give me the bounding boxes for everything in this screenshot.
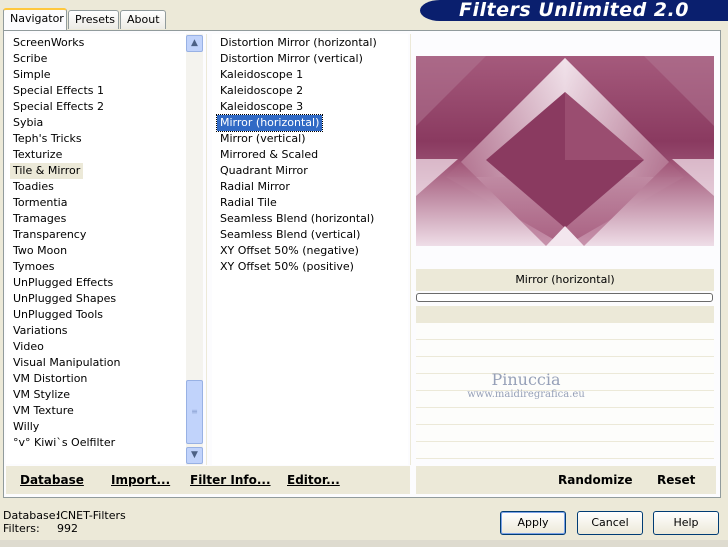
category-list-item[interactable]: Simple [10, 67, 54, 83]
param-row [416, 425, 714, 442]
param-row [416, 323, 714, 340]
category-list-item[interactable]: Tile & Mirror [10, 163, 84, 179]
category-list-item[interactable]: Teph's Tricks [10, 131, 85, 147]
category-list-item[interactable]: Variations [10, 323, 71, 339]
category-list-item[interactable]: VM Distortion [10, 371, 90, 387]
category-list-item[interactable]: Special Effects 1 [10, 83, 107, 99]
filter-list-item[interactable]: Kaleidoscope 1 [217, 67, 306, 83]
category-list-item[interactable]: Video [10, 339, 47, 355]
randomize-button[interactable]: Randomize [558, 466, 632, 494]
filter-list-item[interactable]: Seamless Blend (horizontal) [217, 211, 377, 227]
left-toolbar: Database Import... Filter Info... Editor… [6, 466, 410, 494]
tab-bar: Navigator Presets About [3, 8, 173, 30]
chevron-up-icon[interactable]: ▲ [186, 35, 203, 52]
right-toolbar: Randomize Reset [416, 466, 716, 494]
filter-list-item[interactable]: Mirror (horizontal) [215, 114, 324, 132]
list-divider [410, 34, 411, 465]
category-list-item[interactable]: Scribe [10, 51, 50, 67]
category-list-item[interactable]: VM Stylize [10, 387, 73, 403]
category-list-item[interactable]: UnPlugged Tools [10, 307, 106, 323]
chevron-down-icon[interactable]: ▼ [186, 447, 203, 464]
category-list-item[interactable]: Sybia [10, 115, 46, 131]
filter-list-item[interactable]: Quadrant Mirror [217, 163, 311, 179]
filters-label: Filters: [3, 522, 40, 535]
filter-info-button[interactable]: Filter Info... [190, 466, 271, 494]
background-strip [0, 540, 728, 547]
category-scrollbar[interactable]: ▲ ≡ ▼ [186, 34, 203, 465]
category-list-item[interactable]: UnPlugged Effects [10, 275, 116, 291]
watermark-name: Pinuccia [491, 370, 561, 389]
tab-navigator[interactable]: Navigator [3, 8, 67, 30]
filter-list-item[interactable]: Kaleidoscope 2 [217, 83, 306, 99]
category-list-item[interactable]: VM Texture [10, 403, 77, 419]
preview-image [416, 56, 714, 246]
editor-button[interactable]: Editor... [287, 466, 340, 494]
category-list-item[interactable]: Willy [10, 419, 42, 435]
filter-list-item[interactable]: Radial Mirror [217, 179, 293, 195]
filter-list-item[interactable]: Distortion Mirror (horizontal) [217, 35, 380, 51]
apply-button[interactable]: Apply [500, 511, 566, 535]
scrollbar-thumb[interactable]: ≡ [186, 380, 203, 444]
filter-list-item[interactable]: XY Offset 50% (positive) [217, 259, 357, 275]
filter-list[interactable]: Distortion Mirror (horizontal) Distortion… [212, 34, 408, 465]
category-list-item[interactable]: ScreenWorks [10, 35, 87, 51]
param-row [416, 340, 714, 357]
category-list-item[interactable]: Tramages [10, 211, 69, 227]
param-row [416, 408, 714, 425]
database-button[interactable]: Database [20, 466, 84, 494]
param-row [416, 306, 714, 323]
filter-list-item[interactable]: Radial Tile [217, 195, 280, 211]
tab-presets[interactable]: Presets [68, 10, 119, 29]
cancel-button[interactable]: Cancel [577, 511, 643, 535]
help-button[interactable]: Help [653, 511, 719, 535]
category-list-item[interactable]: Texturize [10, 147, 65, 163]
reset-button[interactable]: Reset [657, 466, 695, 494]
filter-list-item[interactable]: XY Offset 50% (negative) [217, 243, 362, 259]
tab-about[interactable]: About [120, 10, 166, 29]
category-list-item[interactable]: Tymoes [10, 259, 57, 275]
category-list-item[interactable]: Special Effects 2 [10, 99, 107, 115]
category-list-item[interactable]: Tormentia [10, 195, 70, 211]
import-button[interactable]: Import... [111, 466, 170, 494]
filters-count: 992 [57, 522, 78, 535]
param-row [416, 442, 714, 459]
category-list-item[interactable]: UnPlugged Shapes [10, 291, 119, 307]
filter-list-item[interactable]: Mirror (vertical) [217, 131, 309, 147]
category-list-item[interactable]: Transparency [10, 227, 89, 243]
database-label: Database: [3, 509, 60, 522]
watermark-url: www.maidiregrafica.eu [467, 389, 585, 400]
category-list-item[interactable]: Toadies [10, 179, 57, 195]
filter-list-item[interactable]: Seamless Blend (vertical) [217, 227, 363, 243]
filter-list-item[interactable]: Mirrored & Scaled [217, 147, 321, 163]
progress-bar [416, 293, 713, 302]
selected-filter-name: Mirror (horizontal) [416, 269, 714, 291]
list-divider [206, 34, 207, 465]
database-value: ICNET-Filters [57, 509, 126, 522]
category-list-item[interactable]: °v° Kiwi`s Oelfilter [10, 435, 118, 451]
watermark: Pinuccia www.maidiregrafica.eu [456, 370, 596, 400]
status-area: Database:ICNET-Filters Filters: 992 [3, 509, 126, 535]
category-list-item[interactable]: Two Moon [10, 243, 70, 259]
filter-list-item[interactable]: Kaleidoscope 3 [217, 99, 306, 115]
brand-banner: Filters Unlimited 2.0 [420, 0, 728, 21]
filter-list-item[interactable]: Distortion Mirror (vertical) [217, 51, 366, 67]
category-list-item[interactable]: Visual Manipulation [10, 355, 123, 371]
category-list[interactable]: ScreenWorks Scribe Simple Special Effects 1… [6, 34, 186, 464]
